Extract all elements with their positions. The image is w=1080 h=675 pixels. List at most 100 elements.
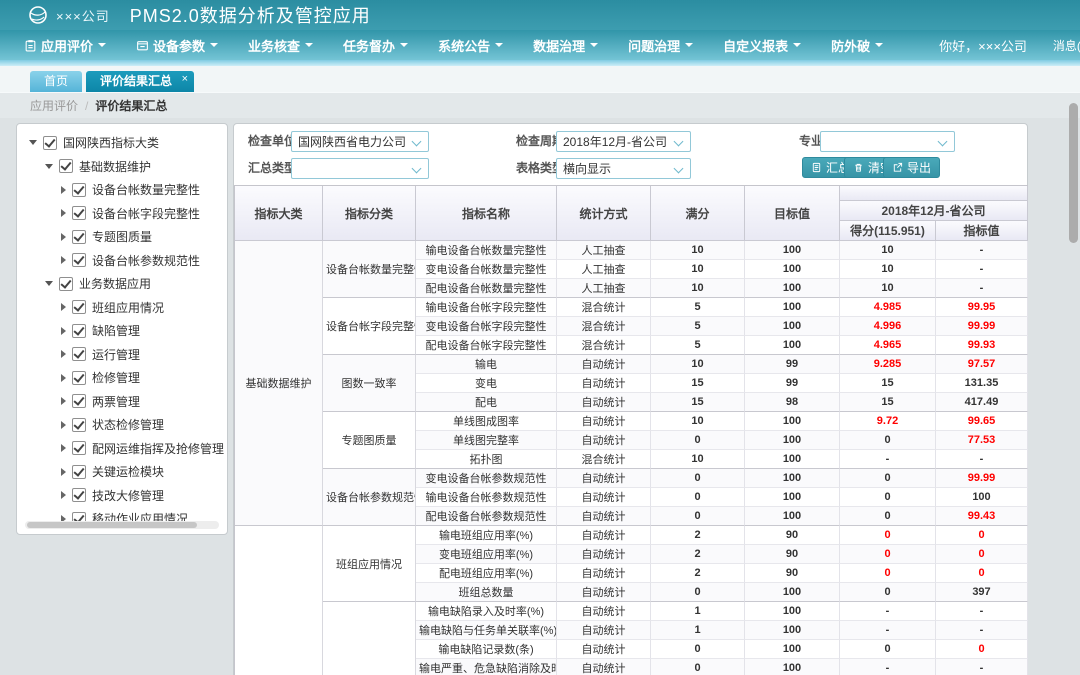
tree-expand-icon[interactable] — [45, 164, 53, 169]
tree-item-label[interactable]: 业务数据应用 — [79, 275, 151, 292]
tree-item[interactable]: 关键运检模块 — [17, 460, 227, 484]
tree-item[interactable]: 设备台帐数量完整性 — [17, 178, 227, 202]
tree-item[interactable]: 运行管理 — [17, 343, 227, 367]
page-vertical-scrollbar[interactable] — [1069, 103, 1078, 243]
nav-item-3[interactable]: 任务督办 — [343, 36, 408, 55]
tab-home[interactable]: 首页 — [30, 71, 82, 92]
tree-checkbox-checked[interactable] — [72, 441, 86, 455]
tree-checkbox-checked[interactable] — [72, 300, 86, 314]
export-button[interactable]: 导出 — [883, 157, 940, 178]
indicator-name-cell: 变电设备台帐参数规范性 — [416, 469, 557, 488]
chevron-down-icon — [210, 43, 218, 47]
tree-expand-icon[interactable] — [45, 281, 53, 286]
tree-checkbox-checked[interactable] — [72, 230, 86, 244]
tree-collapse-icon[interactable] — [61, 303, 66, 311]
nav-item-0[interactable]: 应用评价 — [24, 36, 106, 55]
indicator-name-cell: 配电设备台帐字段完整性 — [416, 336, 557, 355]
tree-item-label[interactable]: 状态检修管理 — [92, 416, 164, 433]
indicator-name-cell: 单线图完整率 — [416, 431, 557, 450]
nav-item-1[interactable]: 设备参数 — [136, 36, 218, 55]
nav-item-8[interactable]: 防外破 — [831, 36, 883, 55]
indicator-value-cell: 0 — [936, 640, 1028, 659]
tree-collapse-icon[interactable] — [61, 421, 66, 429]
tree-item-label[interactable]: 检修管理 — [92, 369, 140, 386]
filter-select[interactable]: 国网陕西省电力公司 — [291, 131, 429, 152]
tree-item-label[interactable]: 运行管理 — [92, 346, 140, 363]
tree-collapse-icon[interactable] — [61, 186, 66, 194]
tree-collapse-icon[interactable] — [61, 350, 66, 358]
tree-item[interactable]: 设备台帐字段完整性 — [17, 202, 227, 226]
tree-checkbox-checked[interactable] — [43, 136, 57, 150]
tree-collapse-icon[interactable] — [61, 256, 66, 264]
nav-item-6[interactable]: 问题治理 — [628, 36, 693, 55]
breadcrumb-parent[interactable]: 应用评价 — [30, 99, 78, 113]
tree-item-label[interactable]: 国网陕西指标大类 — [63, 134, 159, 151]
tree-collapse-icon[interactable] — [61, 209, 66, 217]
tree-collapse-icon[interactable] — [61, 233, 66, 241]
tree-checkbox-checked[interactable] — [72, 324, 86, 338]
tree-item-label[interactable]: 设备台帐数量完整性 — [92, 181, 200, 198]
tree-item[interactable]: 状态检修管理 — [17, 413, 227, 437]
tree-item-label[interactable]: 关键运检模块 — [92, 463, 164, 480]
tree-item-label[interactable]: 基础数据维护 — [79, 158, 151, 175]
tree-item[interactable]: 检修管理 — [17, 366, 227, 390]
tree-checkbox-checked[interactable] — [72, 253, 86, 267]
nav-item-2[interactable]: 业务核查 — [248, 36, 313, 55]
tree-item[interactable]: 缺陷管理 — [17, 319, 227, 343]
tree-item[interactable]: 业务数据应用 — [17, 272, 227, 296]
messages-link[interactable]: 消息(45) — [1053, 37, 1080, 54]
tree-item-label[interactable]: 专题图质量 — [92, 228, 152, 245]
tab-active[interactable]: 评价结果汇总× — [86, 71, 194, 92]
tree-checkbox-checked[interactable] — [59, 277, 73, 291]
tree-scrollbar-thumb[interactable] — [27, 522, 197, 528]
breadcrumb-separator: / — [85, 99, 88, 113]
score-cell: 9.72 — [840, 412, 936, 431]
tree-item[interactable]: 技改大修管理 — [17, 484, 227, 508]
nav-item-4[interactable]: 系统公告 — [438, 36, 503, 55]
tree-checkbox-checked[interactable] — [59, 159, 73, 173]
tree-collapse-icon[interactable] — [61, 327, 66, 335]
filter-select[interactable]: 横向显示 — [556, 158, 691, 179]
tree-checkbox-checked[interactable] — [72, 465, 86, 479]
tree-item-label[interactable]: 技改大修管理 — [92, 487, 164, 504]
tree-item[interactable]: 专题图质量 — [17, 225, 227, 249]
tree-expand-icon[interactable] — [29, 140, 37, 145]
tab-close-icon[interactable]: × — [182, 69, 188, 90]
tree-checkbox-checked[interactable] — [72, 488, 86, 502]
target-value-cell: 100 — [745, 279, 840, 298]
tree-collapse-icon[interactable] — [61, 468, 66, 476]
tree-collapse-icon[interactable] — [61, 374, 66, 382]
chevron-down-icon — [495, 43, 503, 47]
tree-checkbox-checked[interactable] — [72, 183, 86, 197]
tree-checkbox-checked[interactable] — [72, 347, 86, 361]
subcategory-cell: 设备台帐参数规范性 — [323, 469, 416, 526]
filter-select[interactable] — [820, 131, 955, 152]
tree-item-label[interactable]: 缺陷管理 — [92, 322, 140, 339]
subcategory-cell: 班组应用情况 — [323, 526, 416, 602]
full-score-cell: 5 — [651, 298, 745, 317]
tree-item-label[interactable]: 配网运维指挥及抢修管理 — [92, 440, 224, 457]
tree-collapse-icon[interactable] — [61, 397, 66, 405]
tree-item[interactable]: 两票管理 — [17, 390, 227, 414]
tree-collapse-icon[interactable] — [61, 491, 66, 499]
tree-item-label[interactable]: 两票管理 — [92, 393, 140, 410]
tree-item-label[interactable]: 设备台帐参数规范性 — [92, 252, 200, 269]
tree-item[interactable]: 班组应用情况 — [17, 296, 227, 320]
tree-horizontal-scrollbar[interactable] — [25, 521, 219, 529]
indicator-name-cell: 输电设备台帐数量完整性 — [416, 241, 557, 260]
filter-select[interactable] — [291, 158, 429, 179]
nav-item-5[interactable]: 数据治理 — [533, 36, 598, 55]
tree-checkbox-checked[interactable] — [72, 418, 86, 432]
filter-select[interactable]: 2018年12月-省公司 — [556, 131, 691, 152]
nav-item-7[interactable]: 自定义报表 — [723, 36, 801, 55]
tree-item-label[interactable]: 设备台帐字段完整性 — [92, 205, 200, 222]
tree-item-label[interactable]: 班组应用情况 — [92, 299, 164, 316]
tree-item[interactable]: 国网陕西指标大类 — [17, 131, 227, 155]
tree-checkbox-checked[interactable] — [72, 371, 86, 385]
tree-checkbox-checked[interactable] — [72, 394, 86, 408]
tree-checkbox-checked[interactable] — [72, 206, 86, 220]
tree-item[interactable]: 基础数据维护 — [17, 155, 227, 179]
tree-collapse-icon[interactable] — [61, 444, 66, 452]
tree-item[interactable]: 配网运维指挥及抢修管理 — [17, 437, 227, 461]
tree-item[interactable]: 设备台帐参数规范性 — [17, 249, 227, 273]
